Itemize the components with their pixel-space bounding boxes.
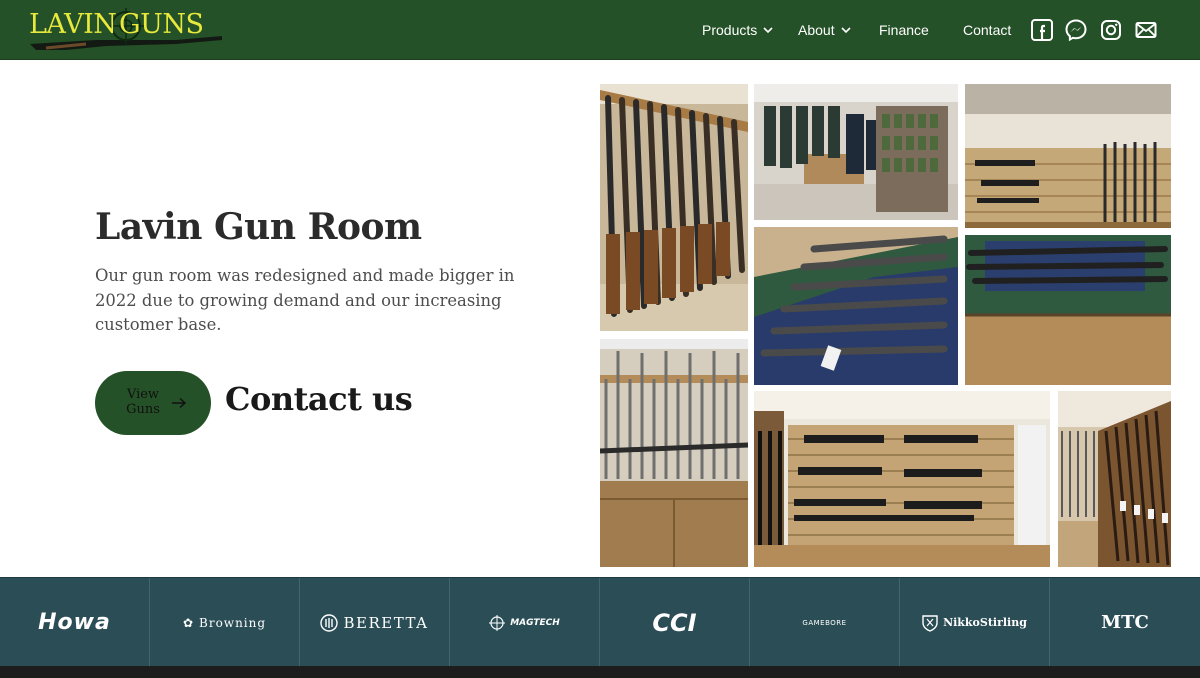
brand-gamebore-label: GAMEBORE [802,618,847,627]
gallery-photo[interactable] [754,84,958,220]
shield-icon [922,614,938,632]
brand-gamebore[interactable]: GAMEBORE [750,578,900,667]
nav-about-label: About [798,22,835,38]
nav-products[interactable]: Products [702,20,773,40]
brand-mtc-label: MTC [1101,612,1149,633]
shotgun-rack-photo-icon [600,339,748,567]
shop-interior-photo-icon [754,84,958,220]
brand-beretta-label: BERETTA [343,613,429,632]
display-table-right-photo-icon [965,235,1171,385]
contact-us-link[interactable]: Contact us [225,380,413,418]
gallery-photo[interactable] [1058,391,1171,567]
wall-rifles-photo-icon [965,84,1171,228]
instagram-icon[interactable] [1099,18,1123,42]
view-guns-button[interactable]: View Guns [95,371,211,435]
mail-icon[interactable] [1134,18,1158,42]
nav-contact[interactable]: Contact [963,20,1011,40]
nav-products-label: Products [702,22,758,38]
brand-nikko-stirling[interactable]: NikkoStirling [900,578,1050,667]
brand-beretta[interactable]: BERETTA [300,578,450,667]
beretta-emblem-icon [320,613,339,632]
logo-word-right: GUNS [119,9,204,40]
buckmark-icon: ✿ [182,615,195,630]
brand-magtech-label: MAGTECH [510,617,560,628]
gun-rack-photo-icon [600,84,748,331]
gallery-photo[interactable] [600,84,748,331]
facebook-icon[interactable] [1030,18,1054,42]
brand-cci-label: CCI [652,608,697,637]
site-header: LAVIN GUNS Products About Finance Contac… [0,0,1200,60]
gallery-photo[interactable] [754,227,958,385]
gallery-photo[interactable] [600,339,748,567]
brand-browning-label: Browning [199,615,267,630]
display-table-photo-icon [754,227,958,385]
gallery-photo[interactable] [754,391,1050,567]
chevron-down-icon [763,27,773,34]
long-rack-photo-icon [1058,391,1171,567]
hero-description: Our gun room was redesigned and made big… [95,266,515,334]
slatwall-rifles-photo-icon [754,391,1050,567]
footer-bar [0,666,1200,678]
logo-word-left: LAVIN [29,9,117,40]
page-title: Lavin Gun Room [95,206,422,248]
arrow-right-icon [172,397,187,409]
nav-finance[interactable]: Finance [879,20,929,40]
gallery-photo[interactable] [965,84,1171,228]
nav-contact-label: Contact [963,22,1012,38]
nav-finance-label: Finance [879,22,929,38]
chevron-down-icon [841,27,851,34]
nav-about[interactable]: About [798,20,851,40]
gallery-photo[interactable] [965,235,1171,385]
messenger-icon[interactable] [1064,18,1088,42]
target-icon [489,614,506,631]
brand-mtc[interactable]: MTC [1050,578,1200,667]
brand-cci[interactable]: CCI [600,578,750,667]
brand-nikko-label: NikkoStirling [943,616,1027,629]
brand-browning[interactable]: ✿ Browning [150,578,300,667]
brand-howa[interactable]: Howa [0,578,150,667]
view-guns-label: View Guns [126,387,160,417]
lavin-guns-logo[interactable]: LAVIN GUNS [26,6,226,52]
brand-strip: Howa ✿ Browning BERETTA MAGTECH CCI GAME… [0,577,1200,667]
brand-magtech[interactable]: MAGTECH [450,578,600,667]
brand-howa-label: Howa [38,610,111,635]
